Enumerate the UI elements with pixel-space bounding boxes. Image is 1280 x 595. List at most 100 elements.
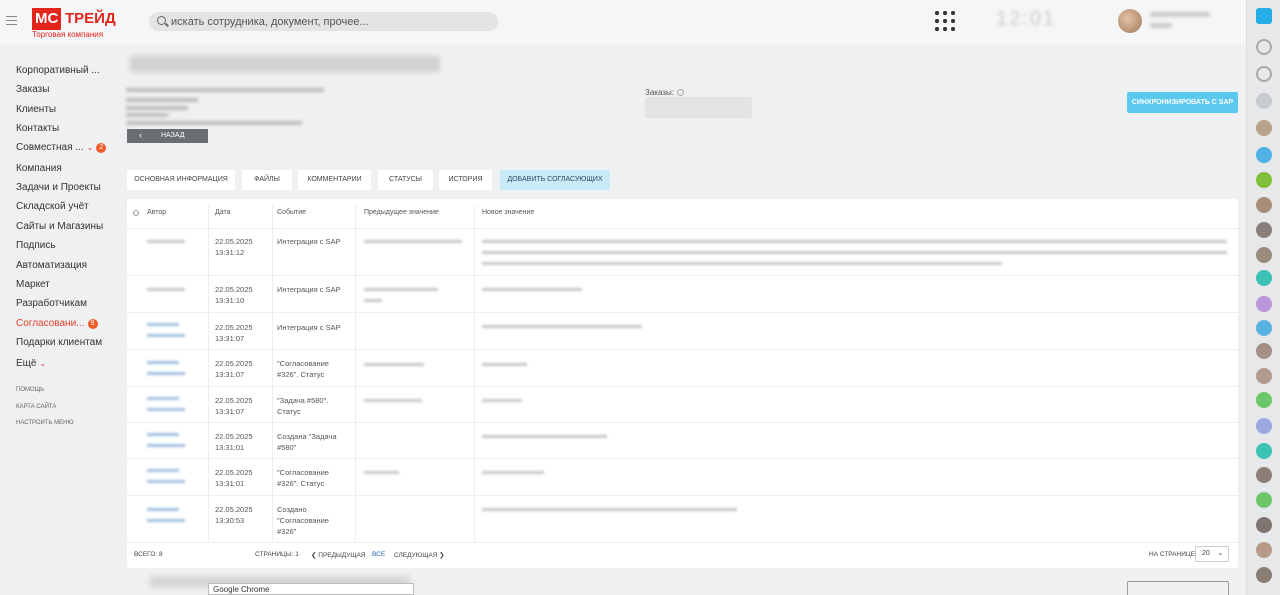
contact-avatar[interactable] xyxy=(1256,517,1272,533)
author-link-blurred[interactable] xyxy=(147,323,179,326)
menu-item-contacts[interactable]: Контакты xyxy=(16,123,59,134)
contact-avatar[interactable] xyxy=(1256,418,1272,434)
author-link-blurred[interactable] xyxy=(147,433,179,436)
row-event: Интеграция с SAP xyxy=(277,285,341,294)
menu-help-link[interactable]: ПОМОЩЬ xyxy=(16,387,44,393)
column-divider xyxy=(208,205,209,543)
menu-item-company[interactable]: Компания xyxy=(16,163,62,174)
contact-avatar[interactable] xyxy=(1256,93,1272,109)
row-date: 22.05.2025 xyxy=(215,468,253,477)
contact-avatar[interactable] xyxy=(1256,492,1272,508)
search-contacts-icon[interactable] xyxy=(1256,39,1272,55)
add-contact-icon[interactable] xyxy=(1256,66,1272,82)
author-link-blurred[interactable] xyxy=(147,519,185,522)
contact-avatar[interactable] xyxy=(1256,270,1272,286)
author-link-blurred[interactable] xyxy=(147,469,179,472)
column-header-new[interactable]: Новое значение xyxy=(482,209,534,216)
user-avatar[interactable] xyxy=(1118,9,1142,33)
author-link-blurred[interactable] xyxy=(147,334,185,337)
column-header-date[interactable]: Дата xyxy=(215,209,231,216)
user-name-blurred[interactable] xyxy=(1150,12,1210,17)
row-divider xyxy=(127,458,1238,459)
contact-avatar[interactable] xyxy=(1256,197,1272,213)
author-link-blurred[interactable] xyxy=(147,361,179,364)
contact-avatar[interactable] xyxy=(1256,567,1272,583)
column-header-author[interactable]: Автор xyxy=(147,209,166,216)
counter-badge: 9 xyxy=(87,319,98,329)
column-header-prev[interactable]: Предыдущее значение xyxy=(364,209,439,216)
menu-item-more[interactable]: Ещё ⌄ xyxy=(16,358,46,369)
menu-item-approvals[interactable]: Согласовани... 9 xyxy=(16,318,98,329)
row-event: "Согласование xyxy=(277,468,329,477)
tab-statuses[interactable]: СТАТУСЫ xyxy=(378,170,433,190)
contact-avatar[interactable] xyxy=(1256,343,1272,359)
tab-files[interactable]: ФАЙЛЫ xyxy=(242,170,292,190)
next-page-link[interactable]: СЛЕДУЮЩАЯ ❯ xyxy=(394,551,445,559)
per-page-select[interactable]: 20 ⌄ xyxy=(1195,546,1229,562)
author-link-blurred[interactable] xyxy=(147,444,185,447)
author-blurred[interactable] xyxy=(147,288,185,291)
menu-burger-icon[interactable] xyxy=(6,16,17,25)
new-value-blurred xyxy=(482,262,1002,265)
prev-page-link[interactable]: ❮ ПРЕДЫДУЩАЯ xyxy=(311,551,366,559)
author-link-blurred[interactable] xyxy=(147,480,185,483)
menu-item-automation[interactable]: Автоматизация xyxy=(16,260,87,271)
menu-item-clients[interactable]: Клиенты xyxy=(16,104,56,115)
contact-avatar[interactable] xyxy=(1256,542,1272,558)
menu-sitemap-link[interactable]: КАРТА САЙТА xyxy=(16,404,56,410)
menu-item-collab[interactable]: Совместная ... ⌄ 2 xyxy=(16,142,107,153)
search-input[interactable] xyxy=(171,12,491,31)
bottom-button[interactable] xyxy=(1127,581,1229,595)
author-link-blurred[interactable] xyxy=(147,372,185,375)
gear-icon[interactable] xyxy=(133,210,139,216)
contact-avatar[interactable] xyxy=(1256,443,1272,459)
menu-item-developers[interactable]: Разработчикам xyxy=(16,298,87,309)
chat-app-icon[interactable] xyxy=(1256,8,1272,24)
back-button[interactable]: ‹ НАЗАД xyxy=(127,129,208,143)
apps-grid-icon[interactable] xyxy=(935,11,955,31)
global-search[interactable] xyxy=(149,12,498,31)
author-link-blurred[interactable] xyxy=(147,508,179,511)
per-page-label: НА СТРАНИЦЕ: xyxy=(1149,551,1197,558)
all-pages-link[interactable]: ВСЕ xyxy=(372,551,385,558)
author-link-blurred[interactable] xyxy=(147,408,185,411)
prev-value-blurred xyxy=(364,471,399,474)
tab-add-approvers[interactable]: ДОБАВИТЬ СОГЛАСУЮЩИХ xyxy=(500,170,610,190)
column-header-event[interactable]: Событие xyxy=(277,209,306,216)
contact-avatar[interactable] xyxy=(1256,147,1272,163)
contact-avatar[interactable] xyxy=(1256,172,1272,188)
menu-item-warehouse[interactable]: Складской учёт xyxy=(16,201,89,212)
sync-sap-button[interactable]: СИНХРОНИЗИРОВАТЬ С SAP xyxy=(1127,92,1238,113)
contact-avatar[interactable] xyxy=(1256,467,1272,483)
menu-item-sites[interactable]: Сайты и Магазины xyxy=(16,221,103,232)
company-logo[interactable]: МС ТРЕЙД Торговая компания xyxy=(32,6,116,40)
menu-item-market[interactable]: Маркет xyxy=(16,279,50,290)
row-date: 22.05.2025 xyxy=(215,359,253,368)
menu-item-orders[interactable]: Заказы xyxy=(16,84,49,95)
menu-item-corporate[interactable]: Корпоративный ... xyxy=(16,65,100,76)
help-icon[interactable] xyxy=(676,89,684,96)
menu-item-gifts[interactable]: Подарки клиентам xyxy=(16,337,102,348)
tab-comments[interactable]: КОММЕНТАРИИ xyxy=(298,170,371,190)
author-blurred[interactable] xyxy=(147,240,185,243)
row-time: 13:31:10 xyxy=(215,296,245,305)
contact-avatar[interactable] xyxy=(1256,320,1272,336)
contact-avatar[interactable] xyxy=(1256,392,1272,408)
contact-avatar[interactable] xyxy=(1256,368,1272,384)
row-divider xyxy=(127,422,1238,423)
menu-settings-link[interactable]: НАСТРОИТЬ МЕНЮ xyxy=(16,420,74,426)
author-link-blurred[interactable] xyxy=(147,397,179,400)
menu-item-tasks[interactable]: Задачи и Проекты xyxy=(16,182,101,193)
contact-avatar[interactable] xyxy=(1256,296,1272,312)
contact-avatar[interactable] xyxy=(1256,222,1272,238)
row-event: "Согласование xyxy=(277,516,329,525)
menu-item-sign[interactable]: Подпись xyxy=(16,240,56,251)
column-divider xyxy=(355,205,356,543)
contact-avatar[interactable] xyxy=(1256,120,1272,136)
contact-avatar[interactable] xyxy=(1256,247,1272,263)
tab-history[interactable]: ИСТОРИЯ xyxy=(439,170,492,190)
row-event: Создано xyxy=(277,505,307,514)
tab-main-info[interactable]: ОСНОВНАЯ ИНФОРМАЦИЯ xyxy=(127,170,235,190)
row-event: "Согласование xyxy=(277,359,329,368)
orders-field[interactable] xyxy=(645,97,752,118)
